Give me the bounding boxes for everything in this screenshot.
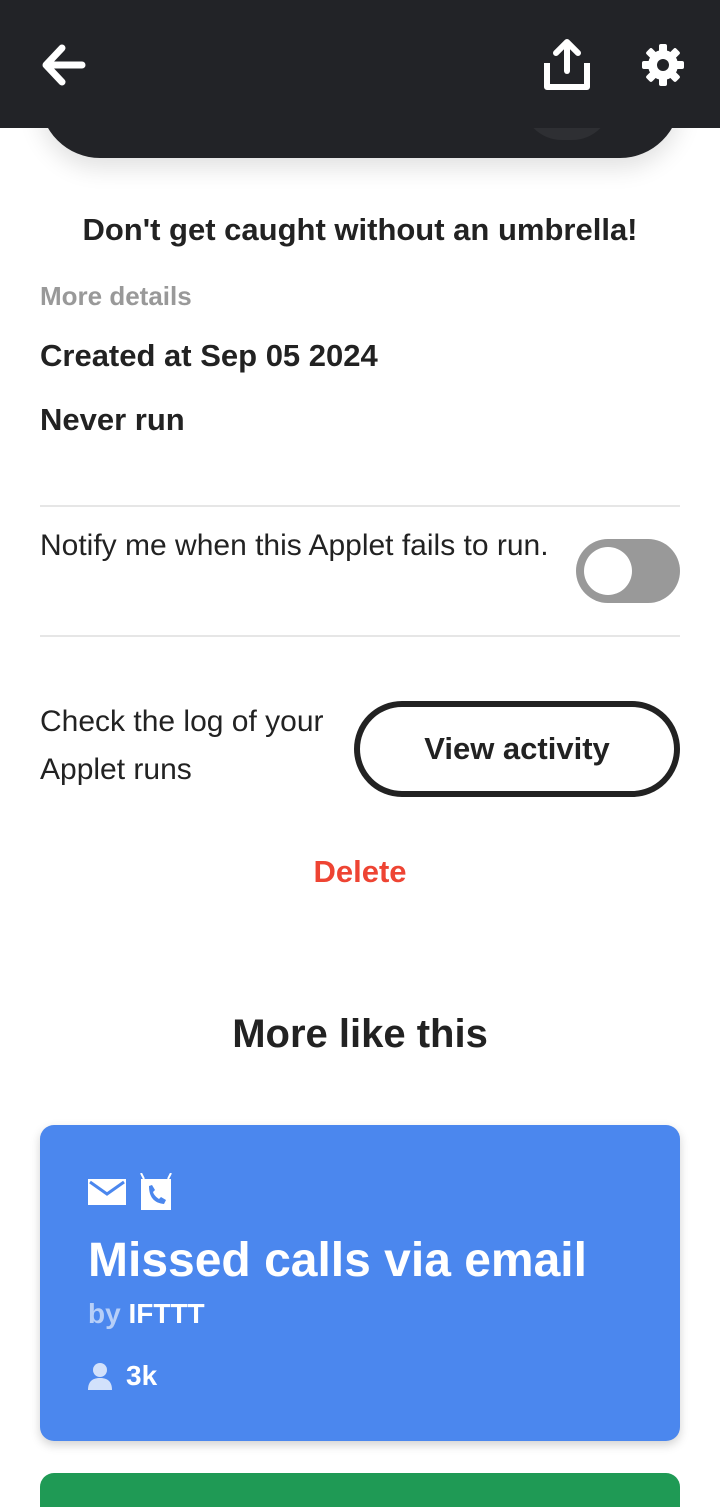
applet-card-title: Missed calls via email — [88, 1234, 587, 1287]
users-count-value: 3k — [126, 1360, 158, 1391]
divider — [40, 635, 680, 637]
share-upload-icon — [544, 39, 590, 90]
notify-failure-toggle[interactable] — [576, 539, 680, 603]
view-activity-button[interactable]: View activity — [354, 701, 680, 797]
more-details-label: More details — [40, 281, 192, 311]
more-like-this-title: More like this — [232, 1012, 488, 1056]
applet-author: IFTTT — [128, 1298, 205, 1329]
created-at-text: Created at Sep 05 2024 — [40, 338, 378, 373]
service-icons — [88, 1173, 172, 1211]
delete-button[interactable]: Delete — [0, 854, 720, 890]
applet-details-page: Don't get caught without an umbrella! Mo… — [0, 0, 720, 1507]
applet-card-byline: by IFTTT — [88, 1298, 205, 1330]
toggle-knob — [584, 547, 632, 595]
phone-call-icon — [140, 1173, 172, 1210]
notify-failure-label: Notify me when this Applet fails to run. — [40, 529, 549, 562]
applet-card-next[interactable] — [40, 1473, 680, 1507]
user-icon — [88, 1363, 112, 1390]
run-status-text: Never run — [40, 402, 185, 437]
gear-icon — [642, 44, 684, 86]
share-button[interactable] — [532, 30, 602, 100]
divider — [40, 505, 680, 507]
email-icon — [88, 1179, 126, 1205]
back-button[interactable] — [28, 30, 98, 100]
byline-prefix: by — [88, 1298, 121, 1329]
applet-description: Don't get caught without an umbrella! — [82, 212, 638, 247]
applet-card-missed-calls[interactable]: Missed calls via email by IFTTT 3k — [40, 1125, 680, 1441]
settings-button[interactable] — [628, 30, 698, 100]
applet-users-count: 3k — [88, 1360, 157, 1392]
arrow-left-icon — [42, 44, 86, 86]
top-app-bar — [0, 0, 720, 128]
activity-log-label: Check the log of your Applet runs — [40, 705, 324, 786]
